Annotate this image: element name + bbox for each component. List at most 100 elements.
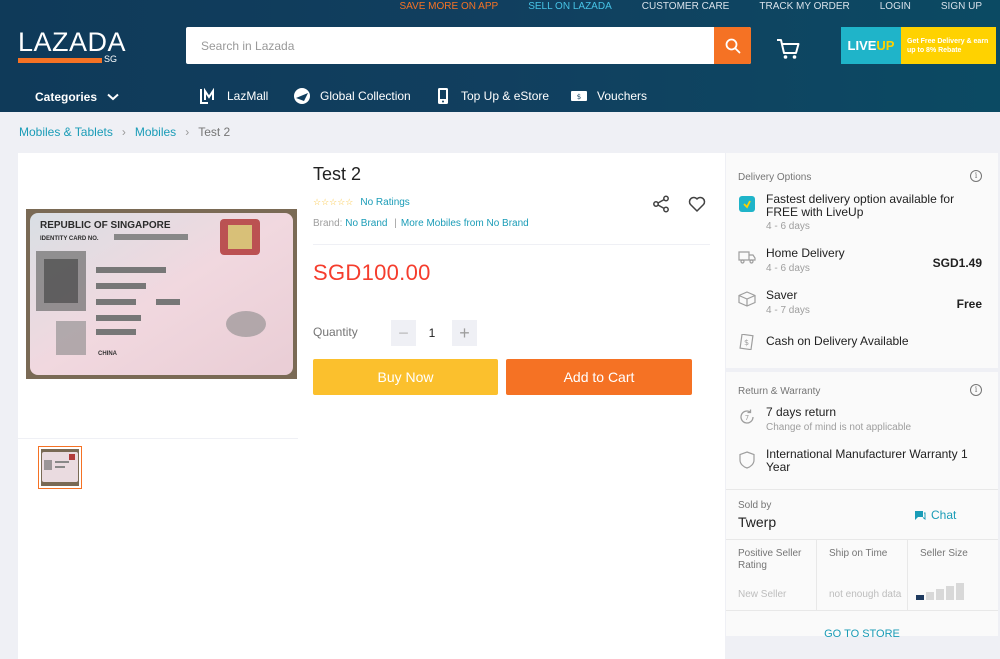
nav-vouchers[interactable]: $ Vouchers xyxy=(570,87,647,105)
lazada-logo[interactable]: LAZADA SG xyxy=(18,27,127,67)
go-to-store-link[interactable]: GO TO STORE xyxy=(726,628,998,640)
delivery-liveup-title: Fastest delivery option available for FR… xyxy=(766,192,955,219)
login-link[interactable]: LOGIN xyxy=(880,0,911,14)
chat-label: Chat xyxy=(931,508,957,522)
ratings-link[interactable]: No Ratings xyxy=(360,197,409,208)
categories-label: Categories xyxy=(35,90,98,104)
track-my-order-link[interactable]: TRACK MY ORDER xyxy=(759,0,849,14)
liveup-icon xyxy=(738,195,756,213)
metric-label: Seller Size xyxy=(920,548,968,559)
id-card-label: IDENTITY CARD NO. xyxy=(40,236,99,242)
delivery-liveup-days: 4 - 6 days xyxy=(766,221,810,232)
quantity-increase-button[interactable]: + xyxy=(452,320,477,346)
delivery-saver-price: Free xyxy=(956,297,982,311)
product-brand: Brand: No Brand | More Mobiles from No Br… xyxy=(313,218,529,229)
delivery-options-box: Delivery Options i Fastest delivery opti… xyxy=(726,153,998,368)
add-to-cart-button[interactable]: Add to Cart xyxy=(506,359,692,395)
signup-link[interactable]: SIGN UP xyxy=(941,0,982,14)
info-icon[interactable]: i xyxy=(970,170,982,182)
liveup-promo-text: Get Free Delivery & earn up to 8% Rebate xyxy=(901,27,996,64)
delivery-home-price: SGD1.49 xyxy=(932,256,982,270)
share-icon[interactable] xyxy=(652,195,670,213)
customer-care-link[interactable]: CUSTOMER CARE xyxy=(642,0,730,14)
thumbnail-image xyxy=(41,449,79,486)
metric-label: Positive Seller Rating xyxy=(738,548,802,571)
metric-label: Ship on Time xyxy=(829,548,888,559)
id-card-race: CHINA xyxy=(98,351,118,357)
buy-now-button[interactable]: Buy Now xyxy=(313,359,498,395)
breadcrumb-current: Test 2 xyxy=(198,125,231,139)
metric-ship-on-time: Ship on Time not enough data xyxy=(817,540,908,610)
voucher-icon: $ xyxy=(570,87,588,105)
product-price: SGD100.00 xyxy=(313,260,431,285)
top-links: SAVE MORE ON APP SELL ON LAZADA CUSTOMER… xyxy=(399,0,1000,14)
return-title: 7 days return xyxy=(766,405,837,419)
delivery-home-title: Home Delivery xyxy=(766,246,845,260)
brand-separator: | xyxy=(394,218,397,229)
nav-lazmall-label: LazMall xyxy=(227,89,269,103)
seller-size-bars xyxy=(916,583,966,600)
product-main-image[interactable]: REPUBLIC OF SINGAPORE IDENTITY CARD NO. … xyxy=(26,209,297,379)
globe-plane-icon xyxy=(293,87,311,105)
sell-on-lazada-link[interactable]: SELL ON LAZADA xyxy=(528,0,612,14)
categories-menu[interactable]: Categories xyxy=(35,90,119,104)
logo-suffix: SG xyxy=(104,54,118,64)
nav-global-collection[interactable]: Global Collection xyxy=(293,87,411,105)
product-thumbnail[interactable] xyxy=(38,446,82,489)
seller-metrics: Positive Seller Rating New Seller Ship o… xyxy=(726,539,998,611)
rating-stars-icon: ☆☆☆☆☆ xyxy=(313,197,354,207)
breadcrumb: Mobiles & Tablets › Mobiles › Test 2 xyxy=(19,125,230,139)
product-main-panel: REPUBLIC OF SINGAPORE IDENTITY CARD NO. … xyxy=(18,153,725,659)
nav-vouchers-label: Vouchers xyxy=(597,89,648,103)
id-card-country: REPUBLIC OF SINGAPORE xyxy=(40,220,171,231)
logo-text: LAZADA xyxy=(18,27,127,57)
search-button[interactable] xyxy=(714,27,751,64)
metric-value: not enough data xyxy=(829,589,902,600)
search-input[interactable] xyxy=(186,27,714,64)
seller-name[interactable]: Twerp xyxy=(738,514,776,530)
quantity-decrease-button[interactable]: − xyxy=(391,320,416,346)
nav-lazmall[interactable]: LazMall xyxy=(200,87,268,105)
gallery-divider xyxy=(18,438,298,439)
chat-icon xyxy=(915,510,926,520)
product-title: Test 2 xyxy=(313,164,362,184)
cart-icon[interactable] xyxy=(776,38,800,60)
metric-positive-rating: Positive Seller Rating New Seller xyxy=(726,540,817,610)
product-rating: ☆☆☆☆☆ No Ratings xyxy=(313,197,410,208)
search-icon xyxy=(725,38,740,53)
return-warranty-box: Return & Warranty i 7 7 days return Chan… xyxy=(726,372,998,640)
delivery-saver-days: 4 - 7 days xyxy=(766,305,810,316)
brand-label: Brand: xyxy=(313,218,343,229)
quantity-value[interactable]: 1 xyxy=(424,326,440,340)
save-more-on-app-link[interactable]: SAVE MORE ON APP xyxy=(399,0,498,14)
return-icon: 7 xyxy=(738,408,756,426)
logo-underline xyxy=(18,58,102,63)
nav-topup-estore[interactable]: Top Up & eStore xyxy=(434,87,549,105)
return-subtitle: Change of mind is not applicable xyxy=(766,422,912,433)
more-from-brand-link[interactable]: More Mobiles from No Brand xyxy=(401,218,529,229)
brand-link[interactable]: No Brand xyxy=(345,218,387,229)
warranty-text: International Manufacturer Warranty 1 Ye… xyxy=(766,447,968,474)
metric-value: New Seller xyxy=(738,589,787,600)
title-divider xyxy=(313,244,710,245)
svg-text:$: $ xyxy=(577,93,581,101)
chat-button[interactable]: Chat xyxy=(914,508,956,522)
section-divider xyxy=(726,489,998,490)
breadcrumb-mobiles[interactable]: Mobiles xyxy=(135,125,176,139)
shield-icon xyxy=(738,451,756,469)
chevron-right-icon: › xyxy=(121,125,126,139)
size-bar xyxy=(916,595,924,600)
sold-by-label: Sold by xyxy=(738,500,772,511)
box-icon xyxy=(738,290,756,308)
truck-icon xyxy=(738,248,756,266)
info-icon[interactable]: i xyxy=(970,384,982,396)
breadcrumb-mobiles-tablets[interactable]: Mobiles & Tablets xyxy=(19,125,113,139)
wishlist-heart-icon[interactable] xyxy=(688,195,706,213)
lazmall-icon xyxy=(200,87,218,105)
liveup-banner[interactable]: LIVE UP Get Free Delivery & earn up to 8%… xyxy=(841,27,996,64)
size-bar xyxy=(926,592,934,600)
liveup-logo: LIVE UP xyxy=(841,27,901,64)
chevron-right-icon: › xyxy=(185,125,190,139)
delivery-options-title: Delivery Options xyxy=(738,172,812,183)
search-bar xyxy=(186,27,751,64)
